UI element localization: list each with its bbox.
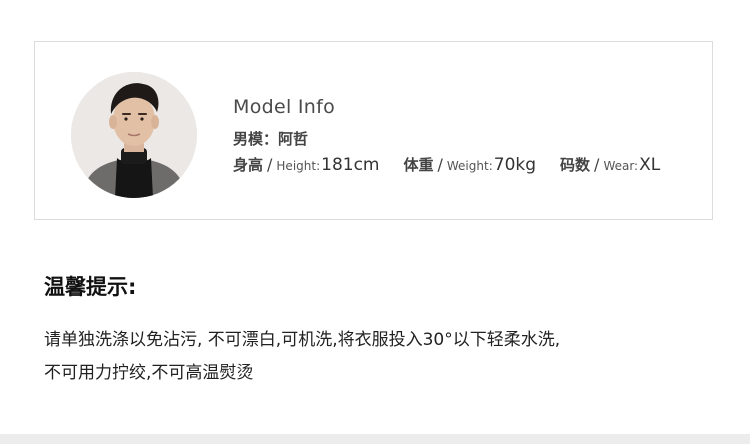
stat-wear: 码数 / Wear: XL — [560, 154, 660, 175]
stat-weight-zh: 体重 — [403, 156, 434, 174]
stat-wear-en: Wear: — [603, 159, 639, 173]
stat-wear-slash: / — [594, 155, 600, 174]
model-name-value: 阿哲 — [278, 130, 309, 148]
model-stats-row: 身高 / Height: 181cm 体重 / Weight: 70kg 码数 … — [233, 154, 684, 175]
stat-wear-value: XL — [639, 155, 661, 175]
stat-height-zh: 身高 — [233, 156, 264, 174]
stat-weight-value: 70kg — [493, 155, 537, 175]
stat-height-value: 181cm — [321, 155, 380, 175]
footer-divider-bar — [0, 434, 750, 444]
model-name-row: 男模：阿哲 — [233, 128, 308, 149]
stat-weight-slash: / — [437, 155, 443, 174]
model-info-title: Model Info — [233, 96, 336, 118]
model-name-label: 男模： — [233, 130, 279, 148]
notice-line-2: 不可用力拧绞,不可高温熨烫 — [44, 363, 254, 383]
notice-title: 温馨提示: — [44, 275, 137, 299]
model-avatar — [71, 72, 197, 198]
notice-line-1: 请单独洗涤以免沾污, 不可漂白,可机洗,将衣服投入30°以下轻柔水洗, — [44, 330, 561, 350]
model-portrait-icon — [71, 72, 197, 198]
stat-height-en: Height: — [276, 159, 321, 173]
stat-weight: 体重 / Weight: 70kg — [403, 154, 536, 175]
stat-wear-zh: 码数 — [560, 156, 591, 174]
model-info-card: Model Info 男模：阿哲 身高 / Height: 181cm 体重 /… — [34, 41, 713, 220]
stat-weight-en: Weight: — [446, 159, 493, 173]
stat-height: 身高 / Height: 181cm — [233, 154, 379, 175]
stat-height-slash: / — [267, 155, 273, 174]
